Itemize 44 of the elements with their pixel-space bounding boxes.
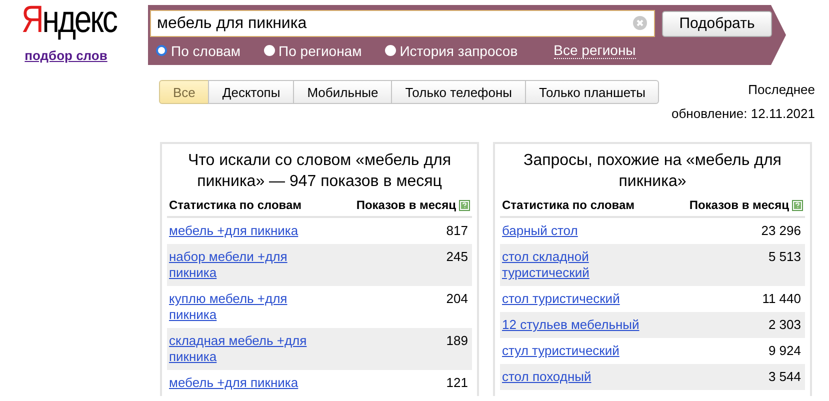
column-header: Статистика по словам xyxy=(169,198,302,212)
impressions-count: 3 544 xyxy=(768,369,801,385)
phrase-link[interactable]: набор мебели +для пикника xyxy=(169,249,329,281)
panel-title: Запросы, похожие на «мебель для пикника» xyxy=(522,151,782,192)
search-button[interactable]: Подобрать xyxy=(662,10,772,36)
mode-radio[interactable]: История запросов xyxy=(384,42,518,58)
device-tab[interactable]: Только телефоны xyxy=(391,80,526,104)
impressions-count: 23 296 xyxy=(761,223,801,239)
phrase-link[interactable]: мебель +для пикника xyxy=(169,375,329,391)
phrase-link[interactable]: мебель +для пикника xyxy=(169,223,329,239)
impressions-count: 245 xyxy=(446,249,468,265)
impressions-count: 189 xyxy=(446,333,468,349)
phrase-link[interactable]: 12 стульев мебельный xyxy=(502,317,662,333)
word-selection-link[interactable]: подбор слов xyxy=(24,48,108,63)
phrase-link[interactable]: барный стол xyxy=(502,223,662,239)
impressions-count: 204 xyxy=(446,291,468,307)
phrase-link[interactable]: стул туристический xyxy=(502,343,662,359)
impressions-count: 9 924 xyxy=(768,343,801,359)
mode-radio[interactable]: По регионам xyxy=(264,42,362,58)
impressions-count: 2 303 xyxy=(768,317,801,333)
phrase-link[interactable]: стол походный xyxy=(502,369,662,385)
region-link[interactable]: Все регионы xyxy=(554,42,636,59)
phrase-link[interactable]: стол туристический xyxy=(502,291,662,307)
impressions-count: 5 513 xyxy=(768,249,801,265)
phrase-link[interactable]: складная мебель +для пикника xyxy=(169,333,329,365)
device-tab[interactable]: Все xyxy=(159,80,210,104)
mode-radio[interactable]: По словам xyxy=(156,42,241,58)
phrase-link[interactable]: куплю мебель +для пикника xyxy=(169,291,329,323)
logo[interactable]: Яндекс xyxy=(22,0,116,40)
device-tab[interactable]: Мобильные xyxy=(293,80,392,104)
impressions-count: 121 xyxy=(446,375,468,391)
impressions-count: 817 xyxy=(446,223,468,239)
impressions-count: 11 440 xyxy=(762,291,801,307)
phrase-link[interactable]: стол складной туристический xyxy=(502,249,662,281)
device-tab[interactable]: Только планшеты xyxy=(525,80,660,104)
help-icon[interactable] xyxy=(792,200,803,210)
panel-title: Что искали со словом «мебель для пикника» — 947 показов в месяц xyxy=(186,151,452,192)
device-tab[interactable]: Десктопы xyxy=(208,80,294,104)
column-header: Показов в месяц xyxy=(356,198,456,212)
search-field[interactable]: мебель для пикника xyxy=(150,10,655,37)
help-icon[interactable] xyxy=(459,200,470,210)
column-header: Статистика по словам xyxy=(502,198,635,212)
column-header: Показов в месяц xyxy=(689,198,789,212)
last-update-text: Последнее обновление: 12.11.2021 xyxy=(670,81,815,123)
